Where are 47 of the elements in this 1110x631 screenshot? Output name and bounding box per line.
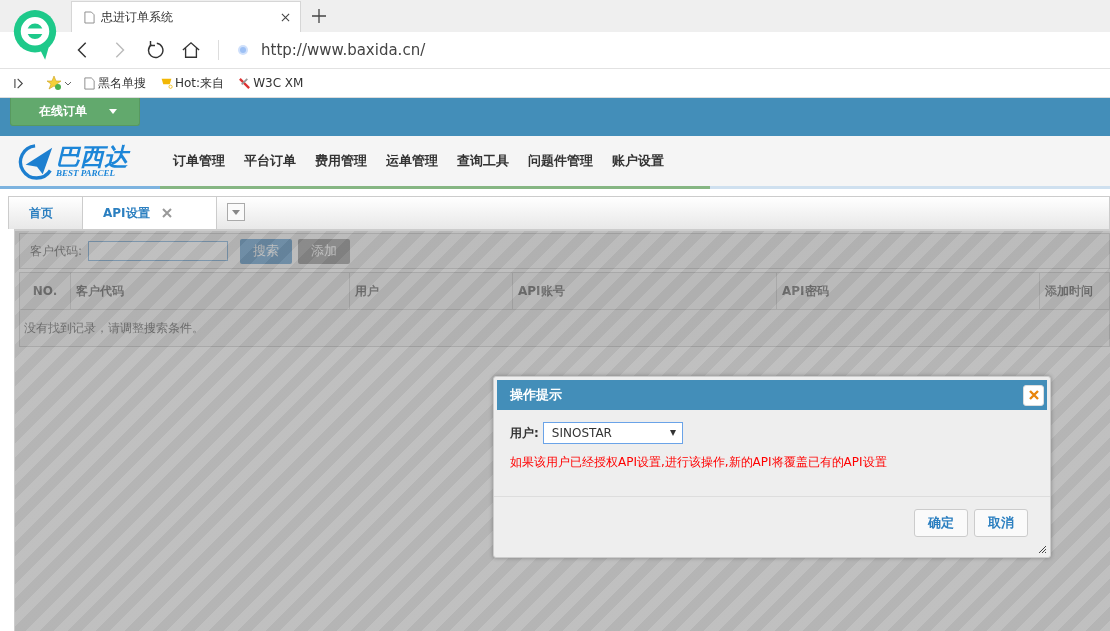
close-button[interactable]	[1023, 384, 1044, 406]
home-icon[interactable]	[182, 41, 200, 59]
nav-item[interactable]: 查询工具	[457, 152, 509, 170]
column-header: 用户	[350, 273, 513, 309]
nav-item[interactable]: 运单管理	[386, 152, 438, 170]
url-field[interactable]: http://www.baxida.cn/	[261, 41, 426, 59]
column-header: 客户代码	[71, 273, 350, 309]
page-icon	[83, 76, 96, 90]
close-icon[interactable]	[281, 12, 290, 22]
tab-title: 忠进订单系统	[101, 8, 174, 26]
bookmark-link[interactable]: W3C XM	[253, 76, 304, 90]
empty-message: 没有找到记录，请调整搜索条件。	[24, 319, 204, 337]
nav-item[interactable]: 问题件管理	[528, 152, 593, 170]
field-label: 客户代码:	[30, 242, 83, 260]
dialog-title: 操作提示	[510, 386, 562, 404]
site-status-icon	[237, 44, 249, 56]
page-icon	[84, 10, 95, 24]
tool-icon	[238, 76, 252, 90]
nav-item[interactable]: 订单管理	[173, 152, 225, 170]
browser-tab[interactable]: 忠进订单系统	[71, 1, 301, 32]
nav-item[interactable]: 平台订单	[244, 152, 296, 170]
favorites-star-icon[interactable]	[45, 75, 73, 91]
bookmark-link[interactable]: 黑名单搜	[98, 74, 146, 92]
bookmark-link[interactable]: Hot:来自	[175, 74, 225, 92]
field-label: 用户:	[510, 424, 539, 442]
nav-item[interactable]: 账户设置	[612, 152, 664, 170]
column-header: API账号	[513, 273, 777, 309]
nav-item[interactable]: 费用管理	[315, 152, 367, 170]
dialog-button[interactable]: 确定	[914, 509, 968, 537]
reload-icon[interactable]	[146, 41, 164, 59]
dialog-button[interactable]: 取消	[974, 509, 1028, 537]
page-tab[interactable]: API设置	[83, 197, 217, 229]
input-field[interactable]	[88, 241, 229, 261]
caret-icon	[109, 109, 117, 114]
browser-logo-icon	[12, 7, 58, 61]
user-select[interactable]: SINOSTAR	[542, 422, 683, 444]
column-header: NO.	[20, 273, 71, 309]
column-header: 添加时间	[1044, 282, 1094, 300]
logo-tagline: BEST PARCEL	[56, 168, 116, 178]
sidebar-toggle-icon[interactable]	[14, 77, 25, 89]
column-header: API密码	[777, 273, 1040, 309]
tab-list-button[interactable]	[227, 203, 245, 221]
resize-grip-icon[interactable]	[1037, 544, 1047, 554]
new-tab-icon[interactable]	[312, 9, 326, 23]
warning-message: 如果该用户已经授权API设置,进行该操作,新的API将覆盖已有的API设置	[510, 454, 888, 471]
close-icon	[1028, 390, 1039, 400]
trophy-icon	[160, 76, 173, 90]
